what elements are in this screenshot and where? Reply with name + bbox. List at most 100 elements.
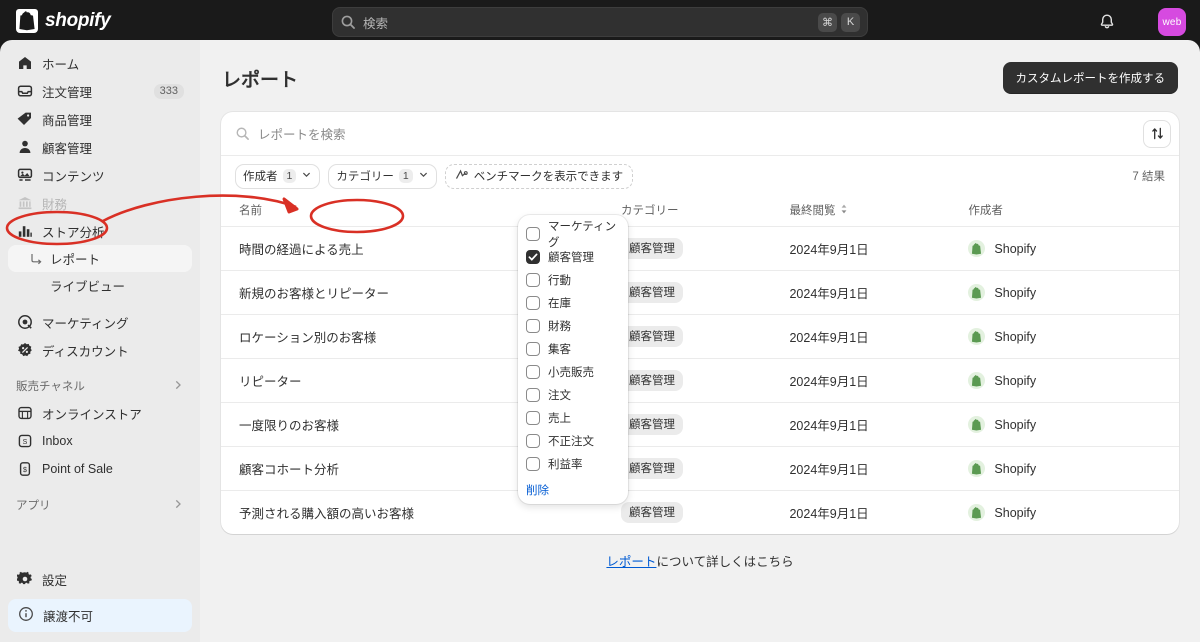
dropdown-option[interactable]: 不正注文 xyxy=(518,429,628,452)
orders-icon xyxy=(16,83,33,100)
cell-author: Shopify xyxy=(968,270,1179,315)
sidebar-item-finance[interactable]: 財務 xyxy=(8,189,192,217)
dropdown-clear-button[interactable]: 削除 xyxy=(518,480,628,498)
dropdown-option[interactable]: 集客 xyxy=(518,337,628,360)
cell-author: Shopify xyxy=(968,314,1179,359)
reports-search-bar[interactable]: レポートを検索 xyxy=(221,112,1179,156)
bell-icon[interactable] xyxy=(1096,11,1118,33)
page-title: レポート xyxy=(222,69,299,91)
sidebar-item-products[interactable]: 商品管理 xyxy=(8,105,192,133)
dropdown-option[interactable]: 利益率 xyxy=(518,452,628,475)
table-body: 時間の経過による売上 顧客管理 2024年9月1日 Shopify 新規のお客様とリピー… xyxy=(221,226,1179,534)
sidebar-item-point-of-sale[interactable]: $ Point of Sale xyxy=(8,455,192,483)
cell-author: Shopify xyxy=(968,490,1179,534)
sidebar-item-online-store[interactable]: オンラインストア xyxy=(8,399,192,427)
dropdown-option-label: 注文 xyxy=(548,389,571,402)
global-search-input[interactable]: 検索 ⌘ K xyxy=(332,7,868,37)
sidebar-item-home[interactable]: ホーム xyxy=(8,49,192,77)
sidebar-section-sales-channels[interactable]: 販売チャネル xyxy=(8,373,192,399)
sidebar-section-apps[interactable]: アプリ xyxy=(8,492,192,518)
table-row[interactable]: 新規のお客様とリピーター 顧客管理 2024年9月1日 Shopify xyxy=(221,270,1179,315)
checkbox[interactable] xyxy=(526,295,540,310)
category-pill: 顧客管理 xyxy=(621,370,684,391)
dropdown-option[interactable]: マーケティング xyxy=(518,221,628,249)
checkbox[interactable] xyxy=(526,341,540,356)
checkbox[interactable] xyxy=(526,226,540,241)
table-row[interactable]: 時間の経過による売上 顧客管理 2024年9月1日 Shopify xyxy=(221,226,1179,271)
dropdown-option-label: 行動 xyxy=(548,274,571,287)
filter-chip-author[interactable]: 作成者 1 xyxy=(235,163,321,189)
shopify-bag-icon xyxy=(968,284,986,301)
cell-category: 顧客管理 xyxy=(621,402,790,447)
sort-button[interactable] xyxy=(1143,119,1171,148)
shopify-bag-icon xyxy=(16,9,38,33)
column-header-last-viewed[interactable]: 最終閲覧 xyxy=(789,196,969,227)
sidebar-item-content[interactable]: コンテンツ xyxy=(8,161,192,189)
checkbox[interactable] xyxy=(526,387,540,402)
cell-author: Shopify xyxy=(968,446,1179,491)
search-shortcut-keys: ⌘ K xyxy=(818,12,860,32)
table-row[interactable]: 予測される購入額の高いお客様 顧客管理 2024年9月1日 Shopify xyxy=(221,490,1179,534)
dropdown-option-label: 不正注文 xyxy=(548,435,594,448)
table-row[interactable]: ロケーション別のお客様 顧客管理 2024年9月1日 Shopify xyxy=(221,314,1179,359)
sidebar-item-analytics[interactable]: ストア分析 xyxy=(8,217,192,245)
create-custom-report-button[interactable]: カスタムレポートを作成する xyxy=(1002,62,1178,94)
cell-last-viewed: 2024年9月1日 xyxy=(789,270,969,315)
dropdown-option[interactable]: 行動 xyxy=(518,268,628,291)
sidebar-item-discounts[interactable]: ディスカウント xyxy=(8,336,192,364)
dropdown-option-label: マーケティング xyxy=(548,220,617,249)
column-header-author[interactable]: 作成者 xyxy=(968,196,1179,227)
cell-last-viewed: 2024年9月1日 xyxy=(789,490,969,534)
cell-last-viewed: 2024年9月1日 xyxy=(789,402,969,447)
author-name: Shopify xyxy=(994,373,1037,388)
sidebar-item-inbox[interactable]: S Inbox xyxy=(8,427,192,455)
avatar[interactable]: web xyxy=(1158,8,1186,36)
sidebar-item-label: コンテンツ xyxy=(42,169,105,184)
checkbox[interactable] xyxy=(526,272,540,287)
cell-last-viewed: 2024年9月1日 xyxy=(789,314,969,359)
dropdown-option-label: 利益率 xyxy=(548,458,583,471)
sidebar-item-settings[interactable]: 設定 xyxy=(8,565,192,593)
dropdown-option[interactable]: 売上 xyxy=(518,406,628,429)
checkbox[interactable] xyxy=(526,249,540,264)
checkbox[interactable] xyxy=(526,410,540,425)
transfer-disabled-notice[interactable]: 譲渡不可 xyxy=(8,599,192,632)
dropdown-option-label: 小売販売 xyxy=(548,366,594,379)
brand-name: shopify xyxy=(45,10,111,31)
dropdown-option[interactable]: 注文 xyxy=(518,383,628,406)
dropdown-option[interactable]: 在庫 xyxy=(518,291,628,314)
column-header-category[interactable]: カテゴリー xyxy=(621,196,790,227)
global-topbar: shopify 検索 ⌘ K web xyxy=(0,0,1200,44)
sidebar-item-marketing[interactable]: マーケティング xyxy=(8,308,192,336)
benchmark-chip[interactable]: ベンチマークを表示できます xyxy=(444,163,634,189)
dropdown-option[interactable]: 財務 xyxy=(518,314,628,337)
checkbox[interactable] xyxy=(526,318,540,333)
filter-chip-category[interactable]: カテゴリー 1 xyxy=(328,163,437,189)
table-row[interactable]: リピーター 顧客管理 2024年9月1日 Shopify xyxy=(221,358,1179,403)
sidebar-item-customers[interactable]: 顧客管理 xyxy=(8,133,192,161)
chevron-down-icon xyxy=(301,169,312,183)
sort-arrows-icon xyxy=(1151,127,1163,140)
filter-row: 作成者 1 カテゴリー 1 ベンチマークを表示できます 7 結果 xyxy=(221,156,1179,196)
checkbox[interactable] xyxy=(526,364,540,379)
sidebar-item-live-view[interactable]: ライブビュー xyxy=(8,272,192,299)
gear-icon xyxy=(16,571,33,588)
sidebar-item-reports[interactable]: レポート xyxy=(8,245,192,272)
section-label: アプリ xyxy=(16,500,51,512)
sidebar-item-label: オンラインストア xyxy=(42,407,142,422)
table-row[interactable]: 顧客コホート分析 顧客管理 2024年9月1日 Shopify xyxy=(221,446,1179,491)
category-pill: 顧客管理 xyxy=(621,282,684,303)
table-row[interactable]: 一度限りのお客様 顧客管理 2024年9月1日 Shopify xyxy=(221,402,1179,447)
dropdown-option-label: 売上 xyxy=(548,412,571,425)
reports-help-link[interactable]: レポート xyxy=(606,555,656,569)
bank-icon xyxy=(16,195,33,212)
shopify-logo[interactable]: shopify xyxy=(16,9,111,33)
chip-count: 1 xyxy=(282,169,297,183)
dropdown-option[interactable]: 小売販売 xyxy=(518,360,628,383)
checkbox[interactable] xyxy=(526,456,540,471)
sidebar-item-orders[interactable]: 注文管理 333 xyxy=(8,77,192,105)
sidebar-item-label: 商品管理 xyxy=(42,113,93,128)
shopify-bag-icon xyxy=(968,416,986,433)
author-name: Shopify xyxy=(994,417,1037,432)
checkbox[interactable] xyxy=(526,433,540,448)
